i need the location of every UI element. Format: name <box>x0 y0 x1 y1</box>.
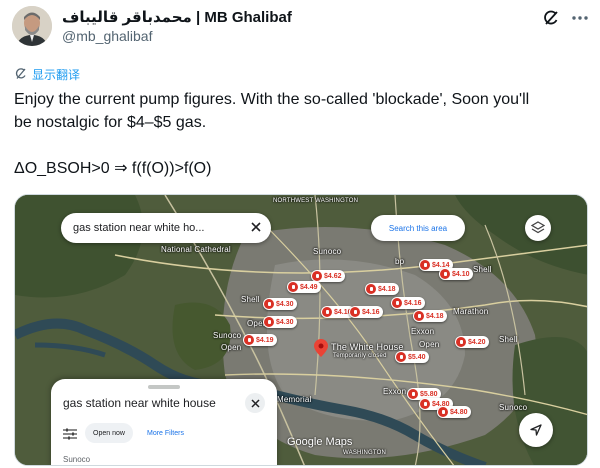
map-label: Sunoco <box>213 331 242 340</box>
map-label: Shell <box>473 265 492 274</box>
map-label: WASHINGTON <box>343 450 387 456</box>
gas-pump-icon <box>440 269 450 279</box>
gas-pump-icon <box>420 399 430 409</box>
close-icon[interactable] <box>245 393 265 413</box>
gas-pump-icon <box>264 317 274 327</box>
result-item-peek[interactable]: Sunoco <box>63 455 90 464</box>
results-panel[interactable]: gas station near white house Open now Mo… <box>51 379 277 465</box>
map-search-query: gas station near white ho... <box>73 222 205 234</box>
gas-pump-icon <box>350 307 360 317</box>
white-house-pin-icon[interactable] <box>314 339 328 362</box>
tweet-line: be nostalgic for $4–$5 gas. <box>14 114 207 131</box>
gas-pump-icon <box>312 271 322 281</box>
gas-price-pin[interactable]: $5.40 <box>395 351 429 363</box>
tweet-text: Enjoy the current pump figures. With the… <box>14 88 588 180</box>
search-this-area-button[interactable]: Search this area <box>371 215 465 241</box>
filter-sliders-icon[interactable] <box>63 427 77 440</box>
map-search-input[interactable]: gas station near white ho... <box>61 213 271 243</box>
gas-pump-icon <box>396 352 406 362</box>
gas-pump-icon <box>244 335 254 345</box>
gas-price-pin[interactable]: $4.80 <box>437 406 471 418</box>
panel-search-query[interactable]: gas station near white house <box>63 396 216 410</box>
avatar[interactable] <box>12 6 52 46</box>
gas-price-pin[interactable]: $4.18 <box>413 310 447 322</box>
gas-price-pin[interactable]: $4.20 <box>455 336 489 348</box>
more-dots-icon[interactable] <box>570 8 590 28</box>
gas-pump-icon <box>288 282 298 292</box>
google-maps-logo: Google Maps <box>287 436 353 448</box>
tweet-line: ΔO_BSOH>0 ⇒ f(f(O))>f(O) <box>14 160 212 177</box>
display-name[interactable]: محمدباقر قالیباف | MB Ghalibaf <box>62 8 292 26</box>
tweet-line-blank <box>14 134 588 157</box>
open-now-chip[interactable]: Open now <box>85 423 133 443</box>
gas-pump-icon <box>264 299 274 309</box>
gas-pump-icon <box>414 311 424 321</box>
more-filters-button[interactable]: More Filters <box>143 423 188 443</box>
translate-icon <box>14 67 27 83</box>
map-screenshot[interactable]: NORTHWEST WASHINGTON National Cathedral … <box>14 194 588 466</box>
translate-label: 显示翻译 <box>32 68 81 82</box>
gas-pump-icon <box>420 260 430 270</box>
translate-link[interactable]: 显示翻译 <box>14 66 80 83</box>
gas-price-pin[interactable]: $4.18 <box>365 283 399 295</box>
map-label: Shell <box>499 335 518 344</box>
gas-pump-icon <box>408 389 418 399</box>
user-handle[interactable]: @mb_ghalibaf <box>62 28 153 44</box>
white-house-status: Temporarily closed <box>333 353 387 359</box>
map-label: NORTHWEST WASHINGTON <box>273 198 359 204</box>
map-label: Marathon <box>453 307 489 316</box>
gas-price-pin[interactable]: $4.10 <box>439 268 473 280</box>
gas-pump-icon <box>392 298 402 308</box>
the-white-house-label[interactable]: The White House <box>331 342 404 352</box>
gas-pump-icon <box>456 337 466 347</box>
drag-handle[interactable] <box>148 385 180 389</box>
map-label: Open <box>419 340 440 349</box>
gas-price-pin[interactable]: $4.30 <box>263 298 297 310</box>
gas-pump-icon <box>438 407 448 417</box>
map-label: Shell <box>241 295 260 304</box>
gas-price-pin[interactable]: $4.49 <box>287 281 321 293</box>
tweet-line: Enjoy the current pump figures. With the… <box>14 91 530 108</box>
gas-price-pin[interactable]: $4.30 <box>263 316 297 328</box>
map-label: National Cathedral <box>161 245 231 254</box>
map-label: Exxon <box>411 327 435 336</box>
gas-price-pin[interactable]: $4.16 <box>349 306 383 318</box>
map-label: Open <box>221 343 242 352</box>
map-label: Memorial <box>277 395 312 404</box>
map-label: Sunoco <box>499 403 528 412</box>
map-label: Exxon <box>383 387 407 396</box>
close-icon[interactable] <box>251 219 261 237</box>
gas-pump-icon <box>366 284 376 294</box>
gas-price-pin[interactable]: $4.16 <box>391 297 425 309</box>
map-label: bp <box>395 257 405 266</box>
map-label: Sunoco <box>313 247 342 256</box>
layers-icon[interactable] <box>525 215 551 241</box>
navigation-arrow-icon[interactable] <box>519 413 553 447</box>
gas-pump-icon <box>322 307 332 317</box>
gas-price-pin[interactable]: $4.19 <box>243 334 277 346</box>
grok-slash-icon[interactable] <box>541 8 561 28</box>
